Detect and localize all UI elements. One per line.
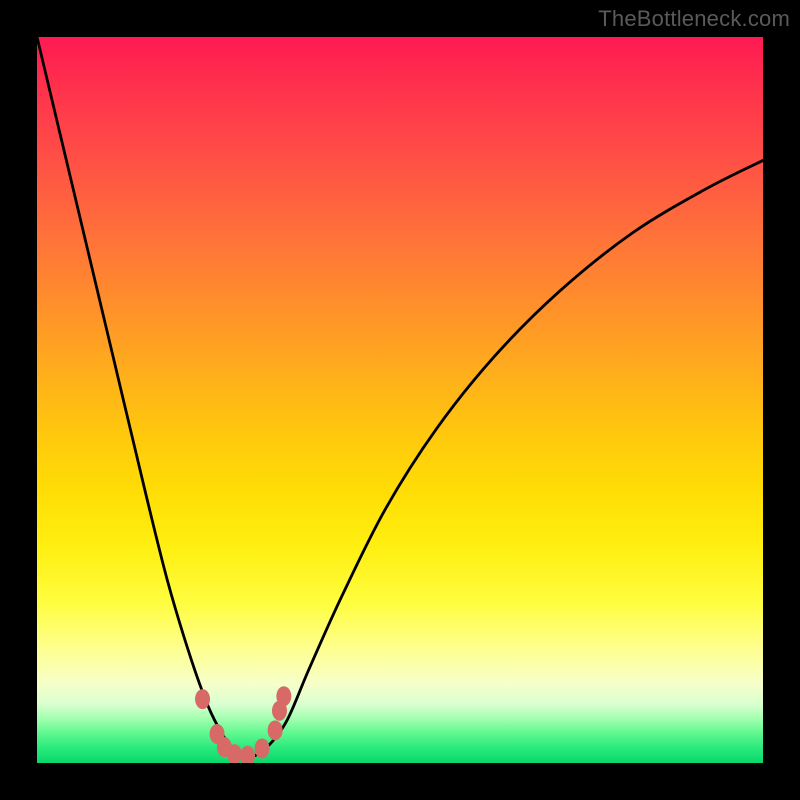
curve-marker [255,738,270,758]
bottleneck-curve [37,37,763,757]
image-frame: TheBottleneck.com [0,0,800,800]
watermark-text: TheBottleneck.com [598,6,790,32]
curve-markers [195,686,291,763]
chart-svg [37,37,763,763]
plot-area [37,37,763,763]
curve-marker [268,720,283,740]
curve-marker [195,689,210,709]
curve-marker [240,746,255,763]
curve-marker [276,686,291,706]
